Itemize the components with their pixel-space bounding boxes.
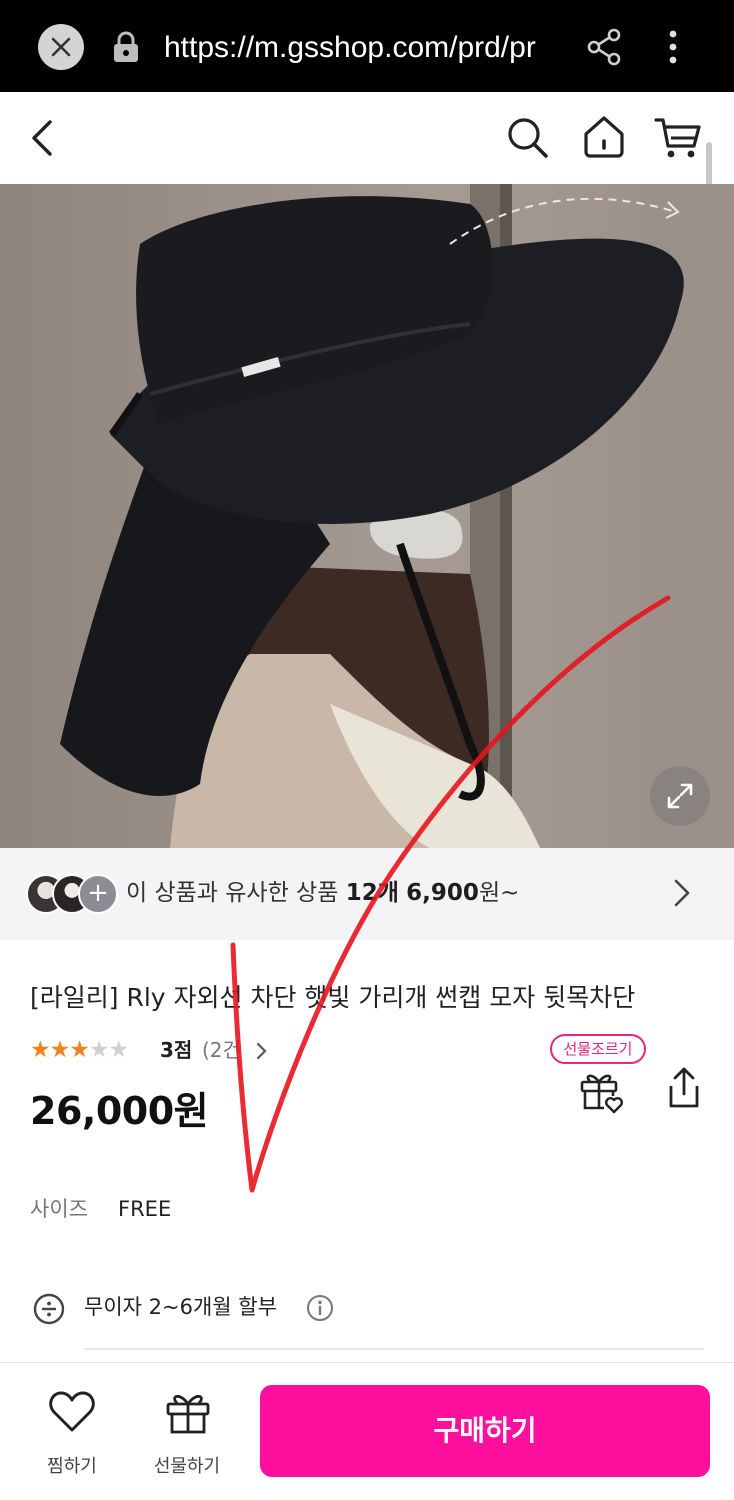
product-image[interactable] (0, 184, 734, 848)
product-title: [라일리] Rly 자외선 차단 햇빛 가리개 썬캡 모자 뒷목차단 (30, 983, 636, 1012)
size-value: FREE (118, 1197, 172, 1221)
rating-stars: ★★★★★ (30, 1037, 129, 1063)
close-tab-button[interactable] (38, 24, 84, 70)
browser-toolbar: https://m.gsshop.com/prd/pr (0, 0, 734, 92)
review-count-link[interactable]: (2건 (202, 1036, 241, 1064)
product-photo (0, 184, 734, 848)
installment-info: 무이자 2~6개월 할부 (84, 1295, 277, 1319)
share-icon[interactable] (586, 28, 622, 66)
chevron-right-icon[interactable] (256, 1042, 268, 1060)
home-icon[interactable] (582, 114, 626, 160)
divider (84, 1348, 704, 1350)
similar-products-banner[interactable]: + 이 상품과 유사한 상품 12개 6,900원~ (0, 848, 734, 940)
info-icon[interactable] (306, 1294, 334, 1322)
size-label: 사이즈 (30, 1197, 88, 1221)
lock-icon (114, 31, 138, 62)
back-arrow-icon[interactable] (28, 118, 58, 158)
rating-score: 3점 (160, 1038, 193, 1062)
plus-icon: + (78, 874, 118, 914)
chevron-right-icon (674, 879, 690, 907)
url-bar[interactable]: https://m.gsshop.com/prd/pr (164, 28, 560, 68)
similar-products-text: 이 상품과 유사한 상품 12개 6,900원~ (126, 880, 520, 906)
search-icon[interactable] (506, 116, 550, 160)
gift-label: 선물하기 (153, 1456, 221, 1477)
buy-button[interactable]: 구매하기 (260, 1385, 710, 1477)
app-header (0, 92, 734, 184)
expand-icon (667, 783, 693, 809)
heart-icon (49, 1391, 95, 1432)
product-price: 26,000원 (30, 1089, 209, 1133)
gift-request-badge[interactable]: 선물조르기 (550, 1034, 646, 1064)
divide-circle-icon (33, 1293, 65, 1325)
more-options-icon[interactable] (666, 28, 680, 68)
cart-icon[interactable] (654, 116, 702, 160)
expand-image-button[interactable] (650, 766, 710, 826)
share-icon[interactable] (664, 1066, 704, 1110)
gift-icon (166, 1394, 210, 1434)
wishlist-label: 찜하기 (47, 1456, 97, 1477)
gift-button[interactable]: 선물하기 (146, 1388, 228, 1480)
close-icon (51, 37, 71, 57)
gift-heart-icon[interactable] (578, 1068, 624, 1114)
wishlist-button[interactable]: 찜하기 (32, 1390, 112, 1480)
